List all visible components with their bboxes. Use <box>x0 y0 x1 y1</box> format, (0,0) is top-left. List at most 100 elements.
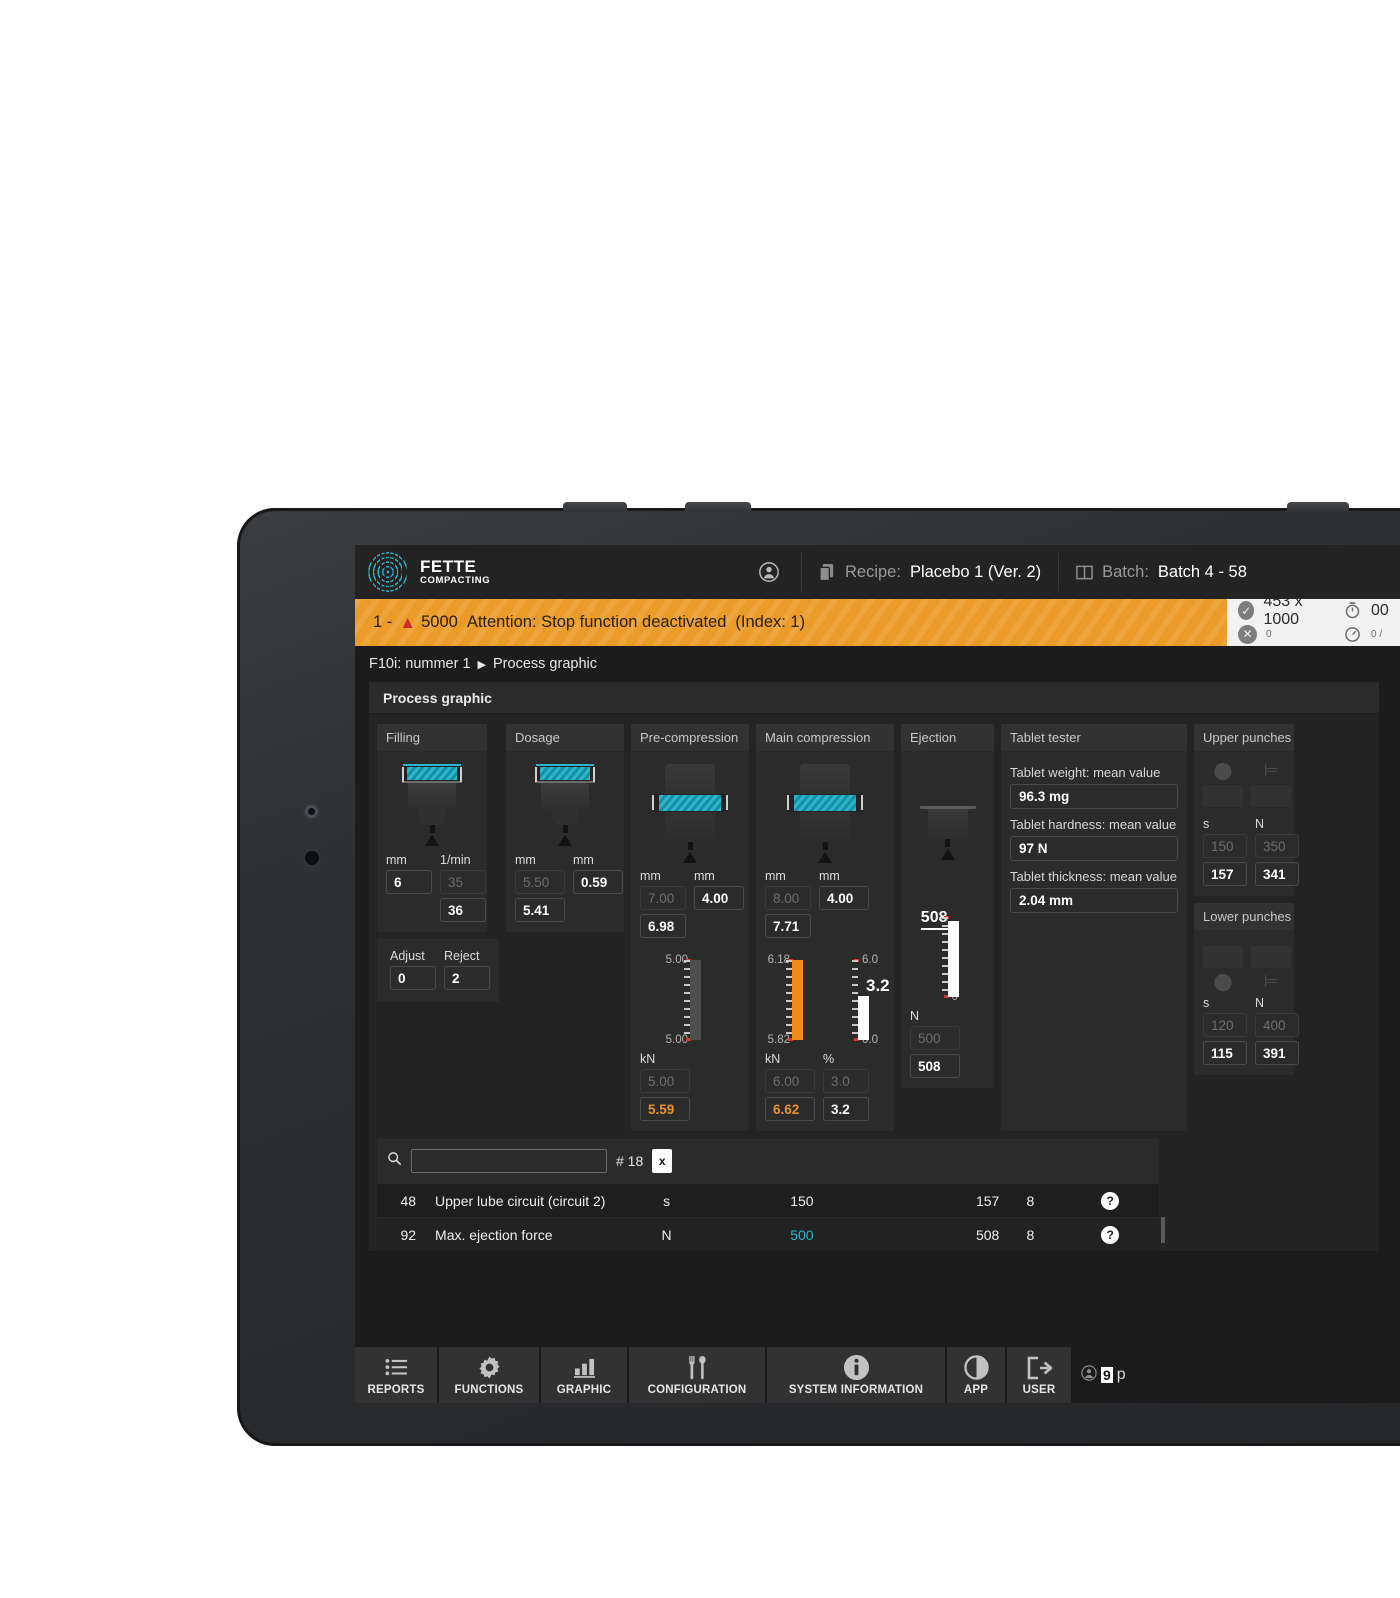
pre-setpoint[interactable]: 7.00 <box>640 886 686 910</box>
main-force-setpoint[interactable]: 6.00 <box>765 1069 815 1093</box>
timer-cell: 00 <box>1332 599 1400 623</box>
panel-main-title: Main compression <box>756 724 894 751</box>
recipe-selector[interactable]: Recipe: Placebo 1 (Ver. 2) <box>802 545 1058 599</box>
lower-punch-lube-group: s 120 115 <box>1203 996 1247 1065</box>
dosage-actual[interactable]: 5.41 <box>515 898 565 922</box>
pre-force-group: kN 5.00 5.59 <box>640 1052 690 1121</box>
adjust-group: Adjust 0 <box>390 949 436 990</box>
pre-value-right[interactable]: 4.00 <box>694 886 744 910</box>
info-icon <box>843 1354 870 1381</box>
batch-selector[interactable]: Batch: Batch 4 - 58 <box>1059 545 1264 599</box>
header-user-button[interactable] <box>737 561 801 583</box>
table-row[interactable]: 48 Upper lube circuit (circuit 2) s 150 … <box>377 1183 1159 1217</box>
pre-unit-right: mm <box>694 869 715 883</box>
upper-punch-lube-setpoint[interactable]: 150 <box>1203 834 1247 858</box>
device-button-3[interactable] <box>1287 502 1349 512</box>
dosage-left-group: mm 5.50 5.41 <box>515 853 565 922</box>
main-force-unit: kN <box>765 1052 781 1066</box>
search-input[interactable] <box>411 1149 607 1173</box>
nav-item-graphic[interactable]: GRAPHIC <box>541 1347 627 1403</box>
lower-punch-unit-left: s <box>1203 996 1210 1010</box>
filling-depth-value[interactable]: 6 <box>386 870 432 894</box>
nav-label-app: APP <box>963 1383 989 1396</box>
pre-gauge-row: 5.00 5.00 <box>640 952 740 1048</box>
tester-row-weight: Tablet weight: mean value 96.3 mg <box>1010 765 1178 809</box>
pre-force-actual[interactable]: 5.59 <box>640 1097 690 1121</box>
panel-filling-title: Filling <box>377 724 487 751</box>
main-setpoint[interactable]: 8.00 <box>765 886 811 910</box>
main-pct-actual[interactable]: 3.2 <box>823 1097 869 1121</box>
tester-row-hardness: Tablet hardness: mean value 97 N <box>1010 817 1178 861</box>
upper-punch-force-group: N 350 341 <box>1255 817 1299 886</box>
user-circle-icon <box>759 562 779 582</box>
lower-punch-force-setpoint[interactable]: 400 <box>1255 1013 1299 1037</box>
row-unit: s <box>663 1192 671 1209</box>
adjust-value[interactable]: 0 <box>390 966 436 990</box>
alarm-banner[interactable]: 1 - ▲ 5000 Attention: Stop function deac… <box>355 599 1227 646</box>
excel-export-icon[interactable]: x <box>652 1149 673 1173</box>
main-pct-group: % 3.0 3.2 <box>823 1052 869 1121</box>
nav-label-reports: REPORTS <box>367 1383 425 1396</box>
nav-item-reports[interactable]: REPORTS <box>355 1347 437 1403</box>
pre-actual[interactable]: 6.98 <box>640 914 686 938</box>
row-help-button[interactable]: ? <box>1061 1225 1159 1244</box>
tester-weight-value[interactable]: 96.3 mg <box>1010 784 1178 809</box>
status-counters: ✓ 453 x 1000 00 ✕ 0 0 / <box>1227 593 1400 647</box>
lower-punch-force-actual[interactable]: 391 <box>1255 1041 1299 1065</box>
nav-label-graphic: GRAPHIC <box>556 1383 612 1396</box>
dosage-setpoint[interactable]: 5.50 <box>515 870 565 894</box>
device-indicator-led <box>305 805 318 818</box>
main-pct-unit: % <box>823 1052 835 1066</box>
nav-item-user[interactable]: USER <box>1007 1347 1071 1403</box>
breadcrumb-machine[interactable]: F10i: nummer 1 <box>369 656 471 672</box>
row-help-button[interactable]: ? <box>1061 1191 1159 1210</box>
main-force-actual[interactable]: 6.62 <box>765 1097 815 1121</box>
nav-item-functions[interactable]: FUNCTIONS <box>439 1347 539 1403</box>
device-button-1[interactable] <box>563 502 627 512</box>
main-actual[interactable]: 7.71 <box>765 914 811 938</box>
table-row[interactable]: 92 Max. ejection force N 500 508 8 ? <box>377 1217 1159 1251</box>
lower-punch-icons: ⬤ ⊨ <box>1203 936 1291 996</box>
main-force-gauge: 6.18 5.82 <box>766 952 818 1048</box>
row-actual: 157 <box>975 1192 1000 1209</box>
filling-speed-actual[interactable]: 36 <box>440 898 486 922</box>
nav-item-system-information[interactable]: SYSTEM INFORMATION <box>767 1347 945 1403</box>
user-circle-icon <box>1081 1364 1097 1386</box>
lower-punch-lube-actual[interactable]: 115 <box>1203 1041 1247 1065</box>
row-name: Upper lube circuit (circuit 2) <box>435 1192 606 1209</box>
reject-value[interactable]: 2 <box>444 966 490 990</box>
ejection-setpoint[interactable]: 500 <box>910 1026 960 1050</box>
main-gauge-row: 6.18 5.82 6.0 0.0 3.2 <box>765 952 890 1048</box>
upper-punch-force-actual[interactable]: 341 <box>1255 862 1299 886</box>
card-body: Filling mm 6 1/min 35 36 Adjust 0 Reject… <box>369 714 1379 1251</box>
table-scrollbar[interactable] <box>1161 1217 1165 1243</box>
main-value-right[interactable]: 4.00 <box>819 886 869 910</box>
current-user-indicator[interactable]: 9 p <box>1073 1347 1134 1403</box>
filling-speed-setpoint[interactable]: 35 <box>440 870 486 894</box>
device-button-2[interactable] <box>685 502 751 512</box>
upper-punch-force-setpoint[interactable]: 350 <box>1255 834 1299 858</box>
brand-subtitle: COMPACTING <box>420 575 491 587</box>
dosage-value-right[interactable]: 0.59 <box>573 870 623 894</box>
tester-hardness-value[interactable]: 97 N <box>1010 836 1178 861</box>
lower-punch-lube-setpoint[interactable]: 120 <box>1203 1013 1247 1037</box>
ejection-actual[interactable]: 508 <box>910 1054 960 1078</box>
nav-item-app[interactable]: APP <box>947 1347 1005 1403</box>
main-unit-left: mm <box>765 869 786 883</box>
tester-thickness-value[interactable]: 2.04 mm <box>1010 888 1178 913</box>
rate-cell: 0 / <box>1332 623 1400 647</box>
main-pct-setpoint[interactable]: 3.0 <box>823 1069 869 1093</box>
reject-count-cell: ✕ 0 <box>1227 623 1332 647</box>
nav-item-configuration[interactable]: CONFIGURATION <box>629 1347 765 1403</box>
brand-logo: FETTE COMPACTING <box>355 551 737 593</box>
bar-chart-icon <box>573 1355 596 1381</box>
main-compression-graphic <box>765 757 885 869</box>
tester-thickness-label: Tablet thickness: mean value <box>1010 869 1177 884</box>
fette-logo-icon <box>367 551 409 593</box>
pre-force-setpoint[interactable]: 5.00 <box>640 1069 690 1093</box>
filling-speed-group: 1/min 35 36 <box>440 853 486 922</box>
upper-punch-lube-actual[interactable]: 157 <box>1203 862 1247 886</box>
ejection-unit: N <box>910 1009 920 1023</box>
alarm-text: Attention: Stop function deactivated <box>466 613 727 631</box>
nav-label-user: USER <box>1022 1383 1056 1396</box>
